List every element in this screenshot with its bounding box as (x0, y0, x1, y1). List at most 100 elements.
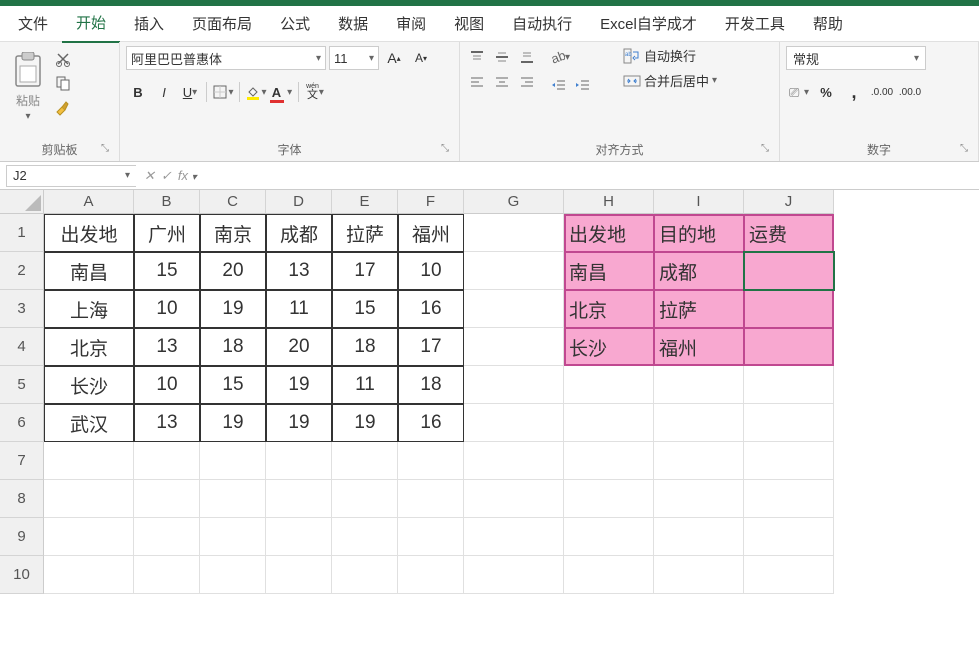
tab-插入[interactable]: 插入 (120, 5, 178, 42)
font-name-select[interactable]: 阿里巴巴普惠体 ▾ (126, 46, 326, 70)
row-header[interactable]: 2 (0, 252, 44, 290)
cell[interactable]: 福州 (654, 328, 744, 366)
col-header[interactable]: H (564, 190, 654, 214)
tab-开始[interactable]: 开始 (62, 4, 120, 43)
cell[interactable]: 19 (266, 404, 332, 442)
decrease-decimal-icon[interactable]: .00.0 (898, 80, 922, 104)
cell[interactable]: 20 (266, 328, 332, 366)
cancel-formula-icon[interactable]: ✕ (144, 168, 155, 184)
cell[interactable] (332, 556, 398, 594)
cell[interactable] (44, 480, 134, 518)
cell[interactable] (266, 442, 332, 480)
cut-icon[interactable] (54, 50, 72, 68)
cell[interactable] (564, 442, 654, 480)
italic-button[interactable]: I (152, 80, 176, 104)
cell[interactable] (266, 480, 332, 518)
cell[interactable] (654, 442, 744, 480)
cell[interactable]: 运费 (744, 214, 834, 252)
cell[interactable]: 拉萨 (332, 214, 398, 252)
cell[interactable] (398, 442, 464, 480)
dialog-launcher-icon[interactable]: ⤡ (101, 143, 115, 157)
cell[interactable] (744, 290, 834, 328)
cell[interactable]: 成都 (266, 214, 332, 252)
cell[interactable] (332, 518, 398, 556)
cell[interactable]: 11 (266, 290, 332, 328)
cell[interactable]: 15 (200, 366, 266, 404)
underline-button[interactable]: U ▾ (178, 80, 202, 104)
cell[interactable]: 武汉 (44, 404, 134, 442)
cell[interactable] (744, 366, 834, 404)
cell[interactable] (464, 328, 564, 366)
align-left-icon[interactable] (466, 71, 488, 93)
cell[interactable]: 15 (134, 252, 200, 290)
cell[interactable] (464, 480, 564, 518)
cell[interactable] (200, 518, 266, 556)
cell[interactable]: 北京 (44, 328, 134, 366)
phonetic-button[interactable]: wén文▾ (303, 80, 327, 104)
cell[interactable] (266, 518, 332, 556)
cell[interactable] (464, 366, 564, 404)
cell[interactable]: 19 (266, 366, 332, 404)
col-header[interactable]: F (398, 190, 464, 214)
select-all-corner[interactable] (0, 190, 44, 214)
format-painter-icon[interactable] (54, 98, 72, 116)
cell[interactable]: 20 (200, 252, 266, 290)
cell[interactable] (134, 442, 200, 480)
row-header[interactable]: 5 (0, 366, 44, 404)
cell[interactable] (654, 404, 744, 442)
dialog-launcher-icon[interactable]: ⤡ (761, 143, 775, 157)
percent-button[interactable]: % (814, 80, 838, 104)
cell[interactable] (44, 518, 134, 556)
col-header[interactable]: G (464, 190, 564, 214)
cell[interactable] (44, 442, 134, 480)
align-top-icon[interactable] (466, 46, 488, 68)
cell[interactable] (398, 480, 464, 518)
tab-公式[interactable]: 公式 (266, 5, 324, 42)
cell[interactable]: 15 (332, 290, 398, 328)
cell[interactable]: 13 (266, 252, 332, 290)
cell[interactable]: 目的地 (654, 214, 744, 252)
cell[interactable]: 17 (398, 328, 464, 366)
cell[interactable]: 长沙 (44, 366, 134, 404)
cell[interactable]: 福州 (398, 214, 464, 252)
cell[interactable]: 16 (398, 290, 464, 328)
cell[interactable]: 拉萨 (654, 290, 744, 328)
tab-帮助[interactable]: 帮助 (799, 5, 857, 42)
cell[interactable] (654, 556, 744, 594)
cell[interactable]: 北京 (564, 290, 654, 328)
row-header[interactable]: 1 (0, 214, 44, 252)
cell[interactable]: 13 (134, 328, 200, 366)
tab-数据[interactable]: 数据 (324, 5, 382, 42)
cell[interactable]: 出发地 (44, 214, 134, 252)
cell[interactable] (398, 518, 464, 556)
bold-button[interactable]: B (126, 80, 150, 104)
cell[interactable] (266, 556, 332, 594)
cell[interactable] (464, 556, 564, 594)
cell[interactable] (398, 556, 464, 594)
row-header[interactable]: 7 (0, 442, 44, 480)
tab-审阅[interactable]: 审阅 (382, 5, 440, 42)
row-header[interactable]: 4 (0, 328, 44, 366)
cell[interactable] (134, 556, 200, 594)
cell[interactable]: 长沙 (564, 328, 654, 366)
col-header[interactable]: I (654, 190, 744, 214)
cell[interactable]: 13 (134, 404, 200, 442)
col-header[interactable]: C (200, 190, 266, 214)
cell[interactable] (564, 556, 654, 594)
font-color-button[interactable]: A▾ (270, 80, 294, 104)
cell[interactable] (744, 518, 834, 556)
font-size-select[interactable]: 11 ▾ (329, 46, 379, 70)
cell[interactable] (464, 290, 564, 328)
align-center-icon[interactable] (491, 71, 513, 93)
cell[interactable] (744, 480, 834, 518)
copy-icon[interactable] (54, 74, 72, 92)
cell[interactable]: 南昌 (564, 252, 654, 290)
row-header[interactable]: 3 (0, 290, 44, 328)
tab-自动执行[interactable]: 自动执行 (498, 5, 586, 42)
cell[interactable] (744, 252, 834, 290)
cell[interactable]: 出发地 (564, 214, 654, 252)
col-header[interactable]: E (332, 190, 398, 214)
number-format-select[interactable]: 常规 ▾ (786, 46, 926, 70)
cell[interactable] (464, 214, 564, 252)
increase-indent-icon[interactable] (572, 74, 594, 96)
